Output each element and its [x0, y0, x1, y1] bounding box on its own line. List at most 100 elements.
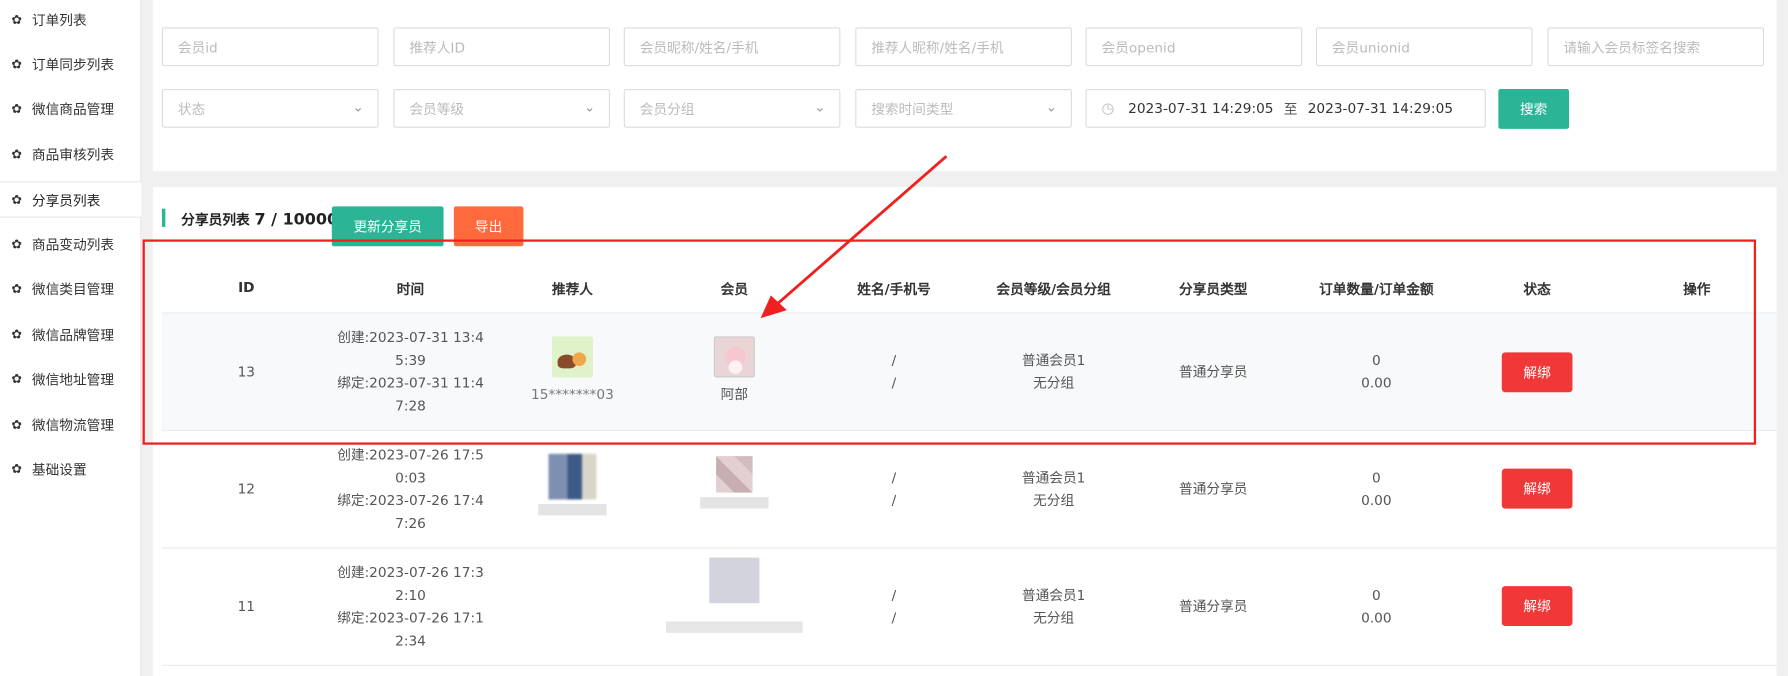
column-header-action: 操作	[1683, 281, 1711, 298]
sidebar-item-wechat-addresses[interactable]: ✿ 微信地址管理	[0, 360, 141, 396]
order-amount: 0.00	[1361, 610, 1392, 627]
order-amount: 0.00	[1361, 375, 1392, 392]
gear-icon: ✿	[11, 146, 22, 162]
sidebar-item-label: 订单列表	[31, 11, 87, 28]
gear-icon: ✿	[11, 100, 22, 116]
member-text-redacted	[700, 497, 769, 509]
level-select[interactable]: 会员等级 ⌄	[393, 88, 611, 128]
name-line: /	[891, 587, 897, 604]
row-member	[655, 456, 815, 509]
update-sharers-button[interactable]: 更新分享员	[331, 206, 444, 247]
phone-line: /	[891, 492, 897, 509]
member-text-redacted	[665, 621, 803, 633]
referrer-id-input[interactable]: 推荐人ID	[393, 27, 611, 67]
row-referrer	[490, 453, 654, 516]
referrer-text-redacted	[538, 504, 607, 516]
list-count: 7 / 10000	[254, 210, 339, 230]
row-level: 普通会员1 无分组	[974, 466, 1134, 512]
sidebar-item-label: 分享员列表	[31, 192, 101, 209]
openid-input[interactable]: 会员openid	[1085, 27, 1303, 67]
gear-icon: ✿	[11, 281, 22, 296]
phone-line: /	[891, 375, 897, 392]
gear-icon: ✿	[11, 416, 22, 432]
time-line: 绑定:2023-07-26 17:1	[337, 610, 484, 627]
row-orders: 0 0.00	[1293, 349, 1459, 395]
time-line: 2:34	[395, 632, 426, 649]
group-line: 无分组	[1033, 610, 1075, 627]
scroll-gutter	[1776, 0, 1788, 676]
time-line: 7:26	[395, 515, 426, 532]
column-header-name: 姓名/手机号	[857, 281, 931, 298]
order-count: 0	[1371, 587, 1381, 604]
status-select[interactable]: 状态 ⌄	[161, 88, 379, 128]
gear-icon: ✿	[11, 11, 22, 27]
search-button[interactable]: 搜索	[1498, 88, 1570, 129]
time-type-select[interactable]: 搜索时间类型 ⌄	[855, 88, 1072, 128]
sidebar-item-label: 微信地址管理	[31, 371, 115, 388]
group-select-label: 会员分组	[639, 100, 695, 117]
date-separator: 至	[1283, 100, 1298, 117]
level-select-label: 会员等级	[409, 100, 465, 117]
gear-icon: ✿	[11, 326, 22, 342]
row-level: 普通会员1 无分组	[974, 349, 1134, 395]
unbind-button[interactable]: 解绑	[1501, 352, 1573, 393]
sidebar-item-label: 订单同步列表	[31, 56, 115, 73]
sidebar-item-wechat-brands[interactable]: ✿ 微信品牌管理	[0, 316, 141, 352]
sidebar-item-product-review[interactable]: ✿ 商品审核列表	[0, 136, 141, 172]
member-name-input[interactable]: 会员昵称/姓名/手机	[623, 27, 841, 67]
row-type: 普通分享员	[1179, 481, 1248, 498]
group-select[interactable]: 会员分组 ⌄	[623, 88, 841, 128]
column-header-status: 状态	[1523, 281, 1551, 298]
row-time: 创建:2023-07-26 17:5 0:03 绑定:2023-07-26 17…	[331, 444, 491, 535]
screenshot-stage: ✿ 订单列表 ✿ 订单同步列表 ✿ 微信商品管理 ✿ 商品审核列表 ✿ 分享员列表 ✿ 商品…	[0, 0, 1788, 676]
sidebar-item-label: 商品变动列表	[31, 236, 115, 253]
sidebar-item-sharers[interactable]: ✿ 分享员列表	[0, 181, 142, 218]
date-end: 2023-07-31 14:29:05	[1307, 100, 1454, 117]
level-line: 普通会员1	[1021, 587, 1086, 604]
unbind-button[interactable]: 解绑	[1501, 468, 1573, 509]
level-line: 普通会员1	[1021, 352, 1086, 369]
sidebar-item-basic-settings[interactable]: ✿ 基础设置	[0, 450, 141, 486]
sidebar-item-wechat-logistics[interactable]: ✿ 微信物流管理	[0, 406, 141, 442]
member-id-input[interactable]: 会员id	[161, 27, 379, 67]
sidebar-item-wechat-categories[interactable]: ✿ 微信类目管理	[0, 270, 141, 306]
gear-icon: ✿	[11, 236, 22, 252]
order-count: 0	[1371, 469, 1381, 486]
column-header-id: ID	[238, 279, 255, 296]
chevron-down-icon: ⌄	[814, 99, 826, 116]
sidebar-item-label: 微信商品管理	[31, 100, 115, 117]
time-line: 2:10	[395, 587, 426, 604]
phone-line: /	[891, 610, 897, 627]
row-name: / /	[814, 349, 974, 395]
sidebar-item-wechat-products[interactable]: ✿ 微信商品管理	[0, 90, 141, 126]
date-range-picker[interactable]: ◷ 2023-07-31 14:29:05 至 2023-07-31 14:29…	[1085, 88, 1486, 128]
gear-icon: ✿	[11, 371, 22, 386]
sidebar-item-order-sync[interactable]: ✿ 订单同步列表	[0, 46, 141, 82]
row-time: 创建:2023-07-26 17:3 2:10 绑定:2023-07-26 17…	[331, 561, 491, 652]
referrer-name-input[interactable]: 推荐人昵称/姓名/手机	[855, 27, 1072, 67]
column-header-type: 分享员类型	[1179, 281, 1248, 298]
time-line: 5:39	[395, 352, 426, 369]
row-name: / /	[814, 466, 974, 512]
time-line: 绑定:2023-07-26 17:4	[337, 492, 484, 509]
row-name: / /	[814, 584, 974, 630]
column-header-referrer: 推荐人	[551, 281, 593, 298]
sidebar-item-orders[interactable]: ✿ 订单列表	[0, 1, 141, 37]
column-header-orders: 订单数量/订单金额	[1319, 281, 1434, 298]
row-level: 普通会员1 无分组	[974, 584, 1134, 630]
clock-icon: ◷	[1101, 99, 1115, 117]
sidebar-item-label: 商品审核列表	[31, 146, 115, 163]
list-title-text: 分享员列表	[181, 212, 250, 229]
avatar	[709, 557, 760, 604]
sidebar-item-label: 微信品牌管理	[31, 326, 115, 343]
order-count: 0	[1371, 352, 1381, 369]
sidebar-item-product-changes[interactable]: ✿ 商品变动列表	[0, 226, 141, 262]
row-orders: 0 0.00	[1293, 584, 1459, 630]
time-type-select-label: 搜索时间类型	[871, 100, 954, 117]
referrer-text: 15*******03	[531, 386, 614, 403]
export-button[interactable]: 导出	[453, 206, 524, 247]
unionid-input[interactable]: 会员unionid	[1315, 27, 1533, 67]
unbind-button[interactable]: 解绑	[1501, 586, 1573, 627]
tag-search-input[interactable]: 请输入会员标签名搜索	[1547, 27, 1765, 67]
order-amount: 0.00	[1361, 492, 1392, 509]
